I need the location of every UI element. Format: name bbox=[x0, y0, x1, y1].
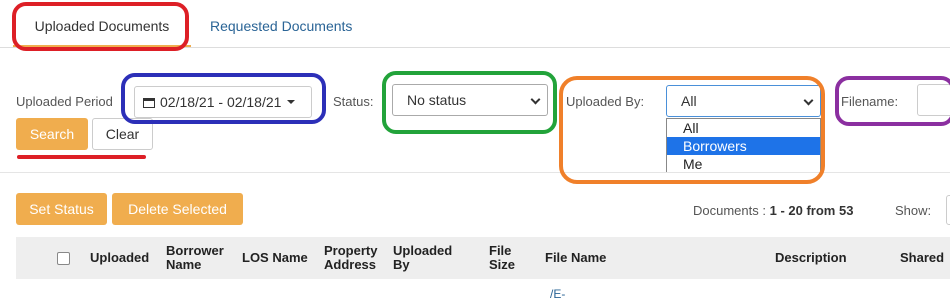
header-uploaded-by-line2: By bbox=[393, 257, 410, 272]
search-button[interactable]: Search bbox=[16, 118, 88, 150]
header-borrower-name-line2: Name bbox=[166, 257, 202, 272]
header-borrower-name[interactable]: Borrower Name bbox=[166, 244, 224, 272]
annotation-uploaded-by-highlight bbox=[559, 76, 825, 184]
tab-requested-documents[interactable]: Requested Documents bbox=[210, 0, 352, 48]
header-file-name[interactable]: File Name bbox=[545, 251, 606, 265]
header-property-address-line1: Property bbox=[324, 243, 378, 258]
header-property-address[interactable]: Property Address bbox=[324, 244, 377, 272]
header-description[interactable]: Description bbox=[775, 251, 847, 265]
header-los-name[interactable]: LOS Name bbox=[242, 251, 308, 265]
annotation-tab-highlight bbox=[12, 2, 189, 51]
delete-selected-button[interactable]: Delete Selected bbox=[112, 193, 243, 225]
header-uploaded-by[interactable]: Uploaded By bbox=[393, 244, 452, 272]
header-uploaded-by-line1: Uploaded bbox=[393, 243, 453, 258]
documents-summary: Documents : 1 - 20 from 53 bbox=[693, 203, 853, 218]
header-property-address-line2: Address bbox=[324, 257, 377, 272]
select-all-checkbox[interactable] bbox=[57, 252, 70, 265]
annotation-period-highlight bbox=[121, 73, 326, 124]
header-file-size-line2: Size bbox=[489, 257, 516, 272]
show-label: Show: bbox=[895, 203, 932, 218]
header-file-size[interactable]: File Size bbox=[489, 244, 515, 272]
annotation-status-highlight bbox=[382, 71, 557, 134]
header-shared[interactable]: Shared bbox=[900, 251, 944, 265]
header-uploaded[interactable]: Uploaded bbox=[90, 251, 149, 265]
header-borrower-name-line1: Borrower bbox=[166, 243, 224, 258]
header-file-size-line1: File bbox=[489, 243, 512, 258]
set-status-button[interactable]: Set Status bbox=[16, 193, 107, 225]
annotation-search-underline bbox=[17, 155, 146, 159]
uploaded-period-label: Uploaded Period bbox=[16, 94, 113, 109]
file-name-link[interactable]: /E- bbox=[550, 287, 565, 300]
documents-range: 1 - 20 from 53 bbox=[769, 203, 854, 218]
documents-label: Documents : bbox=[693, 203, 766, 218]
status-label: Status: bbox=[333, 94, 374, 109]
page-size-select[interactable] bbox=[946, 195, 950, 225]
annotation-filename-highlight bbox=[835, 76, 950, 126]
